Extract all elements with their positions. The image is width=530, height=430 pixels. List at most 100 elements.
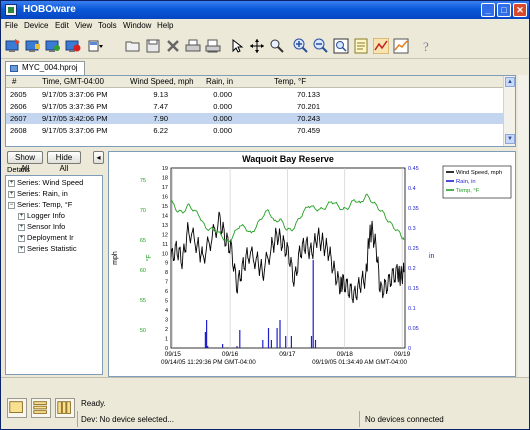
tree-item-label: Logger Info [27,211,65,220]
table-cell: 2607 [10,114,27,123]
x-end-label: 09/19/05 01:34:49 AM GMT-04:00 [312,359,407,366]
minimize-button[interactable]: _ [481,3,495,17]
chart-options-icon[interactable] [393,38,409,54]
menu-view[interactable]: View [75,21,92,30]
table-scrollbar[interactable]: ▲ ▼ [503,76,515,146]
menu-help[interactable]: Help [157,21,173,30]
tree-item[interactable]: − Series: Temp, °F [8,200,72,209]
x-tick-label: 09/18 [337,351,354,358]
temp-tick-label: 75 [140,178,146,184]
column-view-icon[interactable] [55,398,75,418]
zoom-icon[interactable] [269,38,285,54]
temp-tick-label: 65 [140,238,146,244]
device-select-icon[interactable] [87,38,103,54]
stop-icon[interactable] [65,38,81,54]
close-file-icon[interactable] [165,38,181,54]
tree-item-label: Sensor Info [27,222,66,231]
table-row[interactable]: 2608 9/17/05 3:37:06 PM 6.22 0.000 70.459 [6,125,515,136]
status-device: Dev: No device selected... [81,415,174,424]
tree-expander-icon[interactable]: + [18,223,25,231]
tree-item-label: Series: Wind Speed [17,178,84,187]
plot-area[interactable]: Waquoit Bay Reserve 09/15 09/16 09/17 09/18 0… [108,151,516,377]
menu-edit[interactable]: Edit [55,21,69,30]
menu-bar: File Device Edit View Tools Window Help [1,19,529,33]
rain-tick-label: 0.4 [408,186,416,192]
close-button[interactable]: ✕ [513,3,527,17]
legend-entry: Rain, in [456,179,476,185]
tree-item[interactable]: + Series Statistic [18,244,77,253]
launch-icon[interactable] [5,38,21,54]
tree-item[interactable]: + Series: Wind Speed [8,178,83,187]
legend-entry: Wind Speed, mph [456,170,502,176]
column-header-rain[interactable]: Rain, in [206,77,233,86]
tree-expander-icon[interactable]: + [18,234,25,242]
open-icon[interactable] [125,38,141,54]
list-view-icon[interactable] [31,398,51,418]
notes-icon[interactable] [353,38,369,54]
wind-tick-label: 16 [162,194,168,200]
data-table: # Time, GMT-04:00 Wind Speed, mph Rain, … [5,75,516,147]
show-all-button[interactable]: Show All [7,151,43,173]
tree-item[interactable]: + Deployment Ir [18,233,74,242]
menu-device[interactable]: Device [24,21,48,30]
wind-tick-label: 11 [162,242,168,248]
readout-icon[interactable] [25,38,41,54]
zoom-fit-icon[interactable] [333,38,349,54]
zoom-out-icon[interactable] [313,38,329,54]
temp-tick-label: 60 [140,268,146,274]
print-icon[interactable] [185,38,201,54]
column-header-temp[interactable]: Temp, °F [274,77,306,86]
details-label: Details [7,165,30,174]
temp-tick-label: 50 [140,328,146,334]
tree-expander-icon[interactable]: + [18,212,25,220]
tree-expander-icon[interactable]: + [18,245,25,253]
tree-item-label: Series: Rain, in [17,189,68,198]
table-row[interactable]: 2607 9/17/05 3:42:06 PM 7.90 0.000 70.243 [6,113,515,124]
line-style-icon[interactable] [372,37,390,55]
print-preview-icon[interactable] [205,38,221,54]
table-cell: 7.90 [153,114,168,123]
column-header-index[interactable]: # [12,77,16,86]
table-cell: 7.47 [153,102,168,111]
wind-axis-label: mph [112,251,119,265]
panel-view-icon[interactable] [7,398,27,418]
menu-tools[interactable]: Tools [98,21,117,30]
help-icon[interactable]: ? [419,38,435,54]
save-icon[interactable] [145,38,161,54]
wind-tick-label: 12 [162,232,168,238]
rain-tick-label: 0 [408,346,411,352]
temp-tick-label: 55 [140,298,146,304]
table-cell: 0.000 [213,126,232,135]
column-header-time[interactable]: Time, GMT-04:00 [42,77,104,86]
status-icon[interactable] [45,38,61,54]
right-scrollbar[interactable] [518,75,528,377]
wind-tick-label: 0 [165,346,168,352]
details-panel: Show All Hide All ◂ Details + Series: Win… [5,151,105,376]
tree-expander-icon[interactable]: + [8,190,15,198]
tree-item[interactable]: + Series: Rain, in [8,189,68,198]
collapse-panel-button[interactable]: ◂ [93,151,104,164]
rain-tick-label: 0.25 [408,246,419,252]
tree-item[interactable]: + Logger Info [18,211,65,220]
maximize-button[interactable]: □ [497,3,511,17]
wind-tick-label: 4 [165,308,168,314]
pointer-icon[interactable] [229,38,245,54]
tree-expander-icon[interactable]: − [8,201,15,209]
pan-icon[interactable] [249,38,265,54]
table-cell: 2608 [10,126,27,135]
menu-file[interactable]: File [5,21,18,30]
table-cell: 9/17/05 3:37:36 PM [42,102,108,111]
status-connection: No devices connected [365,415,444,424]
table-row[interactable]: 2605 9/17/05 3:37:06 PM 9.13 0.000 70.133 [6,89,515,100]
zoom-in-icon[interactable] [293,38,309,54]
tree-item[interactable]: + Sensor Info [18,222,65,231]
table-cell: 0.000 [213,102,232,111]
table-row[interactable]: 2606 9/17/05 3:37:36 PM 7.47 0.000 70.201 [6,101,515,112]
tab-myc-004[interactable]: MYC_004.hproj [5,61,85,75]
scroll-up-arrow[interactable]: ▲ [505,77,515,87]
hide-all-button[interactable]: Hide All [47,151,81,173]
menu-window[interactable]: Window [123,21,151,30]
scroll-down-arrow[interactable]: ▼ [505,134,515,144]
column-header-wind[interactable]: Wind Speed, mph [130,77,194,86]
tree-expander-icon[interactable]: + [8,179,15,187]
